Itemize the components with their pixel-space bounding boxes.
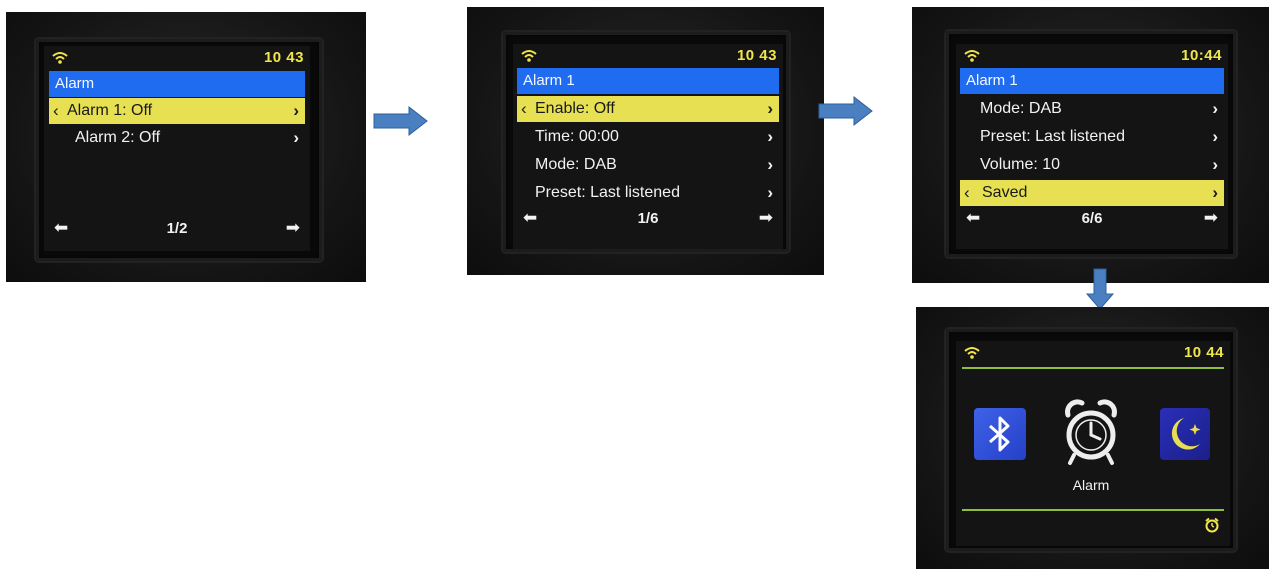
menu-item-label: Mode: DAB bbox=[980, 100, 1062, 117]
chevron-left-icon: ‹ bbox=[53, 101, 59, 120]
menu-item-mode[interactable]: Mode: DAB › bbox=[960, 96, 1224, 122]
screen2-photo: 10 43 Alarm 1 ‹ Enable: Off › Time: 00:0… bbox=[467, 7, 824, 275]
screen3-display: 10:44 Alarm 1 Mode: DAB › Preset: Last l… bbox=[956, 44, 1228, 249]
clock: 10 44 bbox=[1183, 344, 1224, 361]
screen4-display: 10 44 Alarm bbox=[956, 341, 1230, 546]
screen4-photo: 10 44 Alarm bbox=[916, 307, 1269, 569]
screen2-display: 10 43 Alarm 1 ‹ Enable: Off › Time: 00:0… bbox=[513, 44, 783, 249]
screen2-bezel: 10 43 Alarm 1 ‹ Enable: Off › Time: 00:0… bbox=[503, 32, 789, 252]
next-page-arrow-icon[interactable]: ➡ bbox=[286, 218, 300, 238]
menu-item-time[interactable]: Time: 00:00 › bbox=[517, 124, 779, 150]
screen1-display: 10 43 Alarm ‹ Alarm 1: Off › Alarm 2: Of… bbox=[44, 46, 310, 251]
alarm-clock-icon[interactable] bbox=[1060, 397, 1122, 469]
menu-item-preset[interactable]: Preset: Last listened › bbox=[517, 180, 779, 206]
menu-item-volume[interactable]: Volume: 10 › bbox=[960, 152, 1224, 178]
pager: ⬅ 6/6 ➡ bbox=[956, 208, 1228, 232]
menu-item-label: Volume: 10 bbox=[980, 156, 1061, 173]
flow-arrow-down-icon bbox=[1086, 268, 1114, 310]
mode-caption: Alarm bbox=[1072, 477, 1110, 493]
sleep-tile[interactable] bbox=[1160, 408, 1210, 460]
clock: 10:44 bbox=[1181, 47, 1222, 64]
screen3-photo: 10:44 Alarm 1 Mode: DAB › Preset: Last l… bbox=[912, 7, 1269, 283]
menu-title: Alarm 1 bbox=[960, 68, 1224, 94]
page-indicator: 1/6 bbox=[637, 210, 659, 227]
menu-item-mode[interactable]: Mode: DAB › bbox=[517, 152, 779, 178]
menu-item-label: Enable: Off bbox=[535, 100, 615, 117]
screen4-bezel: 10 44 Alarm bbox=[946, 329, 1236, 551]
flow-arrow-right-icon bbox=[373, 106, 428, 136]
wifi-icon bbox=[521, 50, 537, 62]
top-divider bbox=[962, 367, 1224, 369]
chevron-right-icon: › bbox=[1212, 155, 1218, 174]
menu-item-enable[interactable]: ‹ Enable: Off › bbox=[517, 96, 779, 122]
screen1-bezel: 10 43 Alarm ‹ Alarm 1: Off › Alarm 2: Of… bbox=[36, 39, 322, 261]
menu-title: Alarm 1 bbox=[517, 68, 779, 94]
menu-item-alarm-1[interactable]: ‹ Alarm 1: Off › bbox=[49, 98, 305, 124]
menu-item-preset[interactable]: Preset: Last listened › bbox=[960, 124, 1224, 150]
menu-title: Alarm bbox=[49, 71, 305, 97]
menu-item-label: Mode: DAB bbox=[535, 156, 617, 173]
chevron-right-icon: › bbox=[767, 99, 773, 118]
small-alarm-icon bbox=[1205, 517, 1219, 533]
chevron-right-icon: › bbox=[767, 127, 773, 146]
menu-item-label: Saved bbox=[982, 184, 1028, 201]
chevron-left-icon: ‹ bbox=[521, 99, 527, 118]
bluetooth-tile[interactable] bbox=[974, 408, 1026, 460]
status-bar: 10 43 bbox=[44, 46, 310, 68]
chevron-right-icon: › bbox=[293, 128, 299, 147]
status-bar: 10 43 bbox=[513, 44, 783, 66]
menu-item-saved[interactable]: ‹ Saved › bbox=[960, 180, 1224, 206]
menu-item-label: Time: 00:00 bbox=[535, 128, 619, 145]
next-page-arrow-icon[interactable]: ➡ bbox=[1204, 208, 1218, 228]
chevron-right-icon: › bbox=[1212, 99, 1218, 118]
flow-arrow-right-icon bbox=[818, 96, 873, 126]
chevron-right-icon: › bbox=[767, 183, 773, 202]
screen1-photo: 10 43 Alarm ‹ Alarm 1: Off › Alarm 2: Of… bbox=[6, 12, 366, 282]
bottom-divider bbox=[962, 509, 1224, 511]
chevron-left-icon: ‹ bbox=[964, 183, 970, 202]
pager: ⬅ 1/2 ➡ bbox=[44, 218, 310, 242]
wifi-icon bbox=[964, 50, 980, 62]
sleep-moon-icon bbox=[1171, 418, 1201, 450]
pager: ⬅ 1/6 ➡ bbox=[513, 208, 783, 232]
menu-item-label: Preset: Last listened bbox=[980, 128, 1125, 145]
wifi-icon bbox=[964, 347, 980, 359]
status-bar: 10:44 bbox=[956, 44, 1228, 66]
screen3-bezel: 10:44 Alarm 1 Mode: DAB › Preset: Last l… bbox=[946, 31, 1236, 257]
clock: 10 43 bbox=[736, 47, 777, 64]
page-indicator: 6/6 bbox=[1081, 210, 1103, 227]
menu-item-label: Preset: Last listened bbox=[535, 184, 680, 201]
chevron-right-icon: › bbox=[293, 101, 299, 120]
page-indicator: 1/2 bbox=[166, 220, 188, 237]
wifi-icon bbox=[52, 52, 68, 64]
chevron-right-icon: › bbox=[767, 155, 773, 174]
bluetooth-icon bbox=[989, 416, 1010, 452]
menu-item-label: Alarm 2: Off bbox=[75, 129, 161, 146]
status-bar: 10 44 bbox=[956, 341, 1230, 363]
clock: 10 43 bbox=[263, 49, 304, 66]
chevron-right-icon: › bbox=[1212, 127, 1218, 146]
next-page-arrow-icon[interactable]: ➡ bbox=[759, 208, 773, 228]
menu-item-alarm-2[interactable]: Alarm 2: Off › bbox=[49, 125, 305, 151]
menu-item-label: Alarm 1: Off bbox=[67, 102, 153, 119]
chevron-right-icon: › bbox=[1212, 183, 1218, 202]
